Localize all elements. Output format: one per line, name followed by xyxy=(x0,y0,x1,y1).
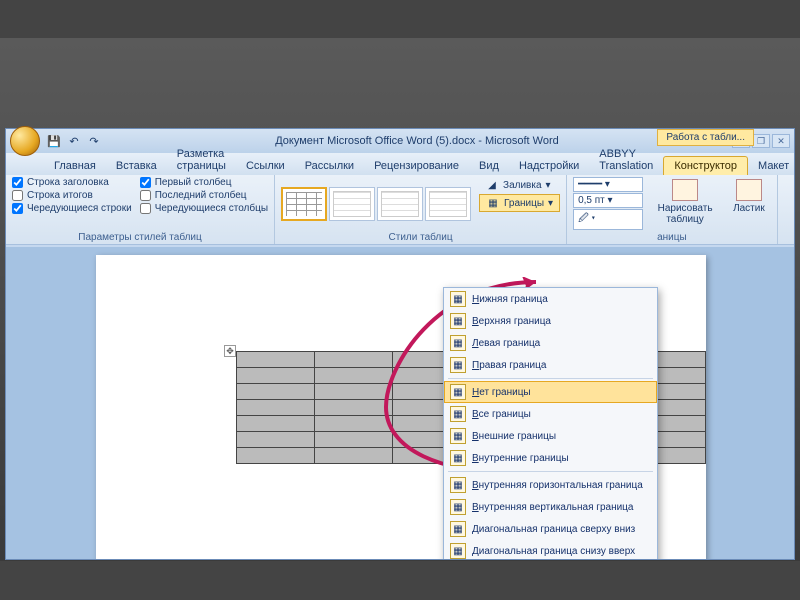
menu-item[interactable]: ▦Диагональная граница сверху вниз xyxy=(444,518,657,540)
tab-pagelayout[interactable]: Разметка страницы xyxy=(167,145,236,175)
checkbox[interactable] xyxy=(12,203,23,214)
fill-icon: ◢ xyxy=(485,178,499,192)
checkbox[interactable] xyxy=(12,177,23,188)
table-cell[interactable] xyxy=(237,368,315,384)
table-cell[interactable] xyxy=(237,416,315,432)
group-table-styles: ◢Заливка ▾ ▦Границы ▾ Стили таблиц xyxy=(275,175,567,244)
undo-icon[interactable]: ↶ xyxy=(66,133,82,149)
word-window: 💾 ↶ ↷ Документ Microsoft Office Word (5)… xyxy=(5,128,795,560)
option-checkbox[interactable]: Чередующиеся столбцы xyxy=(140,203,268,214)
menu-item[interactable]: ▦Внешние границы xyxy=(444,425,657,447)
checkbox[interactable] xyxy=(12,190,23,201)
menu-item[interactable]: ▦Диагональная граница снизу вверх xyxy=(444,540,657,559)
save-icon[interactable]: 💾 xyxy=(46,133,62,149)
tab-home[interactable]: Главная xyxy=(44,157,106,175)
border-option-icon: ▦ xyxy=(450,357,466,373)
table-style-thumb[interactable] xyxy=(281,187,327,221)
table-style-thumb[interactable] xyxy=(329,187,375,221)
tab-layout[interactable]: Макет xyxy=(748,157,799,175)
border-option-icon: ▦ xyxy=(450,477,466,493)
table-style-thumb[interactable] xyxy=(425,187,471,221)
table-cell[interactable] xyxy=(315,400,393,416)
option-checkbox[interactable]: Строка заголовка xyxy=(12,177,132,188)
restore-button[interactable]: ❐ xyxy=(752,134,770,148)
menu-item[interactable]: ▦Нижняя граница xyxy=(444,288,657,310)
option-checkbox[interactable]: Первый столбец xyxy=(140,177,268,188)
border-option-icon: ▦ xyxy=(450,521,466,537)
tab-review[interactable]: Рецензирование xyxy=(364,157,469,175)
option-checkbox[interactable]: Последний столбец xyxy=(140,190,268,201)
table-cell[interactable] xyxy=(315,416,393,432)
context-tab-label: Работа с табли... xyxy=(657,129,754,146)
table-cell[interactable] xyxy=(315,368,393,384)
pen-color-select[interactable]: 🖉 ▾ xyxy=(573,209,643,230)
pen-weight-select[interactable]: 0,5 пт ▾ xyxy=(573,193,643,208)
borders-dropdown-menu: ▦Нижняя граница▦Верхняя граница▦Левая гр… xyxy=(443,287,658,559)
option-checkbox[interactable]: Чередующиеся строки xyxy=(12,203,132,214)
shading-button[interactable]: ◢Заливка ▾ xyxy=(479,177,560,193)
borders-button[interactable]: ▦Границы ▾ xyxy=(479,194,560,212)
border-option-icon: ▦ xyxy=(450,450,466,466)
tab-mailings[interactable]: Рассылки xyxy=(295,157,364,175)
group-draw-borders: ━━━━ ▾ 0,5 пт ▾ 🖉 ▾ Нарисовать таблицу Л… xyxy=(567,175,778,244)
table-style-thumb[interactable] xyxy=(377,187,423,221)
border-option-icon: ▦ xyxy=(450,406,466,422)
tab-references[interactable]: Ссылки xyxy=(236,157,295,175)
tab-insert[interactable]: Вставка xyxy=(106,157,167,175)
border-option-icon: ▦ xyxy=(450,335,466,351)
draw-table-icon xyxy=(672,179,698,201)
table-cell[interactable] xyxy=(237,432,315,448)
table-cell[interactable] xyxy=(237,448,315,464)
border-option-icon: ▦ xyxy=(450,543,466,559)
ribbon-tabs: Главная Вставка Разметка страницы Ссылки… xyxy=(6,153,794,175)
pen-style-select[interactable]: ━━━━ ▾ xyxy=(573,177,643,192)
checkbox[interactable] xyxy=(140,203,151,214)
table-cell[interactable] xyxy=(237,384,315,400)
table-cell[interactable] xyxy=(237,400,315,416)
document-area: ✥ ▦Нижняя граница▦Верхняя граница▦Левая … xyxy=(6,247,794,559)
table-cell[interactable] xyxy=(315,448,393,464)
tab-addins[interactable]: Надстройки xyxy=(509,157,589,175)
tab-design[interactable]: Конструктор xyxy=(663,156,748,175)
close-button[interactable]: ✕ xyxy=(772,134,790,148)
group-label-draw: аницы xyxy=(573,231,771,244)
border-option-icon: ▦ xyxy=(450,499,466,515)
tab-abbyy[interactable]: ABBYY Translation xyxy=(589,145,663,175)
draw-table-button[interactable]: Нарисовать таблицу xyxy=(651,177,719,231)
eraser-icon xyxy=(736,179,762,201)
menu-item[interactable]: ▦Все границы xyxy=(444,403,657,425)
group-label-params: Параметры стилей таблиц xyxy=(12,231,268,244)
menu-separator xyxy=(448,378,653,379)
border-option-icon: ▦ xyxy=(450,291,466,307)
border-option-icon: ▦ xyxy=(450,313,466,329)
border-option-icon: ▦ xyxy=(450,384,466,400)
titlebar: 💾 ↶ ↷ Документ Microsoft Office Word (5)… xyxy=(6,129,794,153)
menu-item[interactable]: ▦Правая граница xyxy=(444,354,657,376)
group-table-style-options: Строка заголовка Строка итогов Чередующиес… xyxy=(6,175,275,244)
office-button[interactable] xyxy=(10,126,40,156)
border-option-icon: ▦ xyxy=(450,428,466,444)
group-label-styles: Стили таблиц xyxy=(281,231,560,244)
table-cell[interactable] xyxy=(315,432,393,448)
menu-item[interactable]: ▦Левая граница xyxy=(444,332,657,354)
checkbox[interactable] xyxy=(140,190,151,201)
eraser-button[interactable]: Ластик xyxy=(727,177,771,231)
redo-icon[interactable]: ↷ xyxy=(86,133,102,149)
menu-item[interactable]: ▦Внутренняя горизонтальная граница xyxy=(444,474,657,496)
menu-item[interactable]: ▦Нет границы xyxy=(444,381,657,403)
menu-item[interactable]: ▦Внутренние границы xyxy=(444,447,657,469)
ribbon: Строка заголовка Строка итогов Чередующиес… xyxy=(6,175,794,245)
presentation-frame: 💾 ↶ ↷ Документ Microsoft Office Word (5)… xyxy=(0,38,800,561)
option-checkbox[interactable]: Строка итогов xyxy=(12,190,132,201)
menu-item[interactable]: ▦Внутренняя вертикальная граница xyxy=(444,496,657,518)
table-cell[interactable] xyxy=(315,352,393,368)
table-cell[interactable] xyxy=(315,384,393,400)
tab-view[interactable]: Вид xyxy=(469,157,509,175)
table-cell[interactable] xyxy=(237,352,315,368)
menu-item[interactable]: ▦Верхняя граница xyxy=(444,310,657,332)
menu-separator xyxy=(448,471,653,472)
checkbox[interactable] xyxy=(140,177,151,188)
table-move-handle[interactable]: ✥ xyxy=(224,345,236,357)
borders-icon: ▦ xyxy=(486,196,500,210)
